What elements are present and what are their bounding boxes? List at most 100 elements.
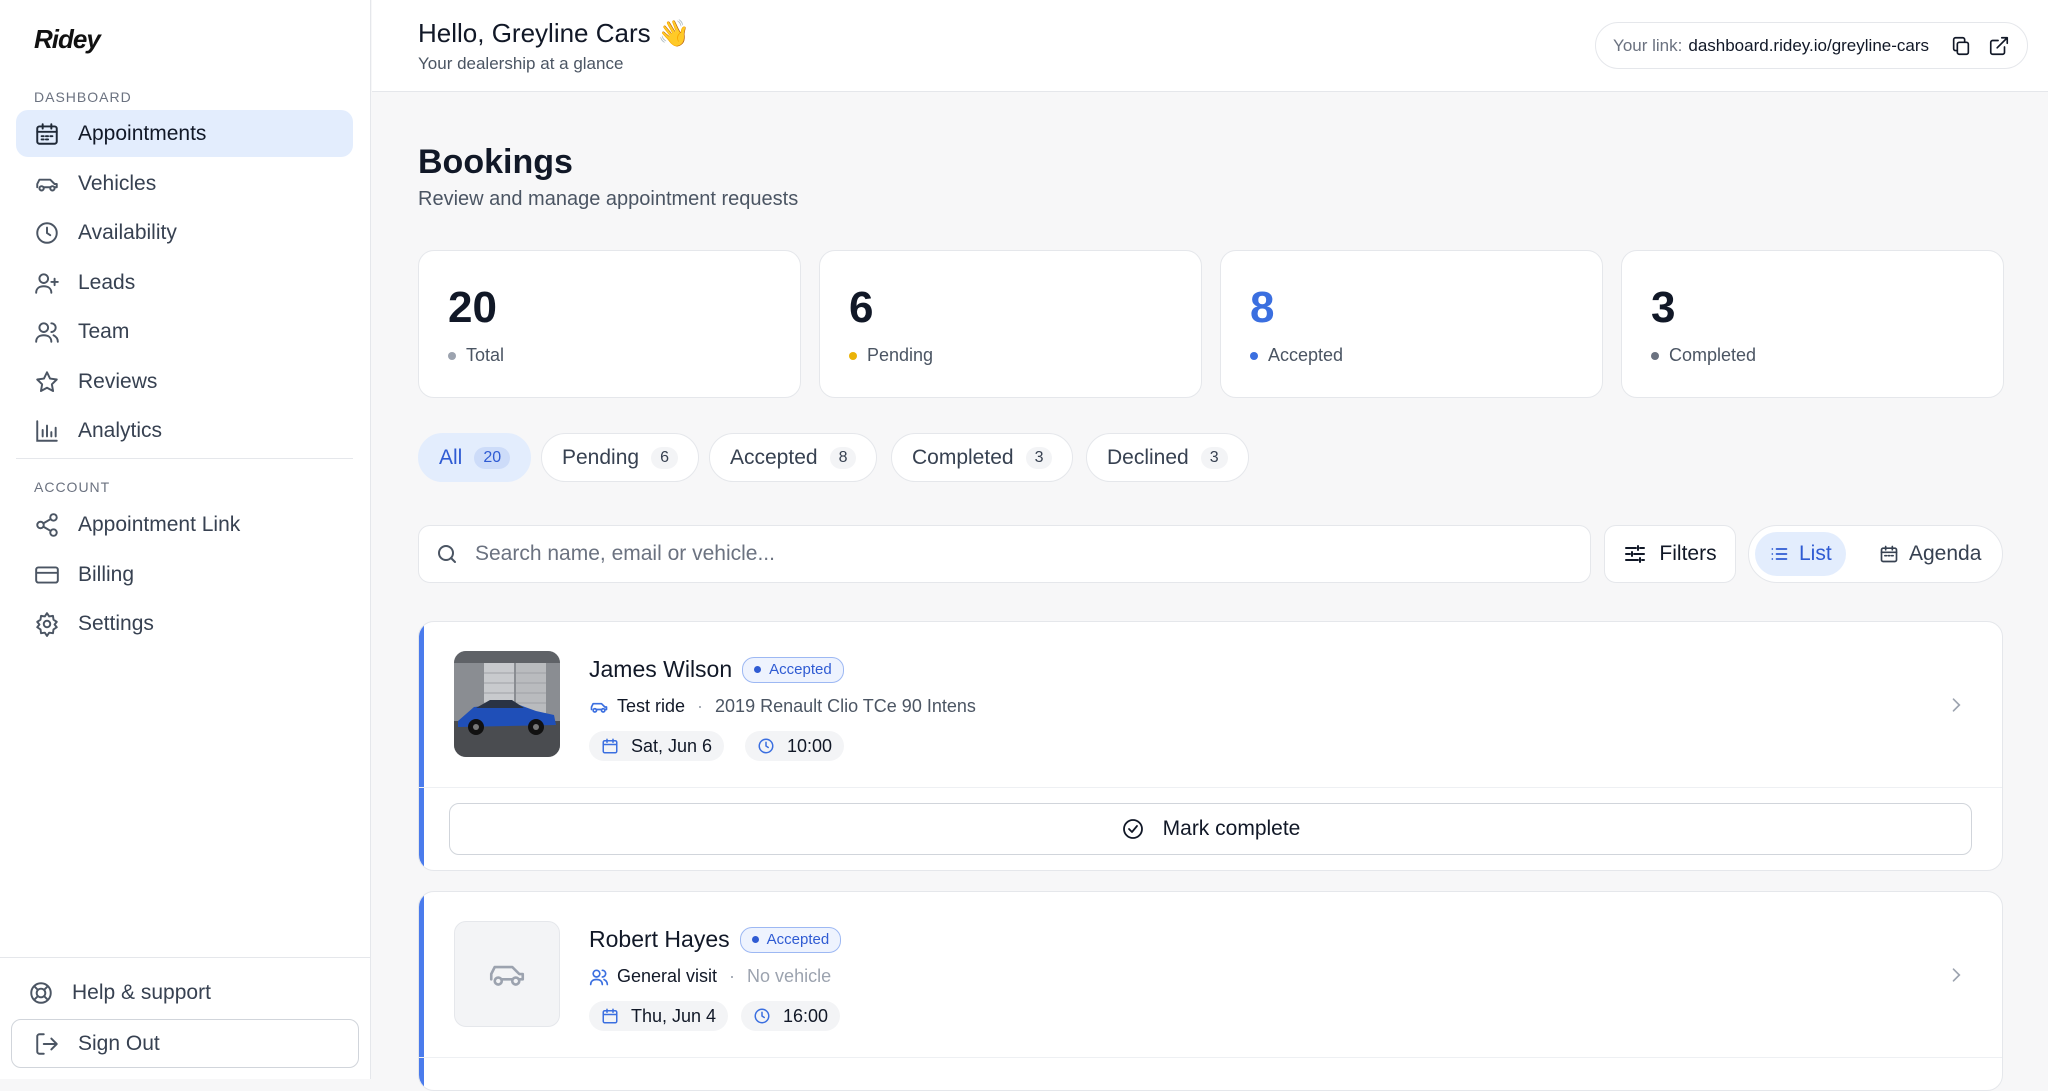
sidebar-item-vehicles[interactable]: Vehicles [16, 160, 353, 207]
vehicle-placeholder [454, 921, 560, 1027]
copy-icon[interactable] [1945, 30, 1977, 62]
tab-count: 20 [474, 446, 511, 469]
booking-type: Test ride [617, 696, 686, 716]
tab-completed[interactable]: Completed 3 [891, 433, 1074, 482]
tab-count: 3 [1025, 446, 1053, 469]
your-link-box: Your link: dashboard.ridey.io/greyline-c… [1595, 22, 2028, 69]
car-icon [486, 953, 528, 995]
vehicle-name: No vehicle [747, 966, 832, 986]
clock-icon [753, 1007, 771, 1025]
greeting: Hello, Greyline Cars 👋 [418, 18, 691, 48]
booking-date: Sat, Jun 6 [631, 735, 713, 756]
logout-icon [34, 1031, 60, 1057]
app-logo[interactable]: Ridey [34, 24, 101, 55]
stat-value: 6 [849, 283, 874, 332]
share-icon [34, 512, 60, 538]
status-badge: Accepted [739, 926, 842, 953]
check-circle-icon [1121, 817, 1145, 841]
agenda-label: Agenda [1909, 542, 1982, 565]
booking-card[interactable]: James Wilson Accepted Test ride · 2019 R… [418, 621, 2003, 871]
status-dot [1651, 351, 1659, 360]
tab-count: 6 [651, 446, 678, 469]
mark-complete-button[interactable]: Mark complete [449, 803, 1972, 855]
status-dot [751, 936, 759, 943]
search-icon [435, 542, 459, 566]
sidebar-item-analytics[interactable]: Analytics [16, 407, 353, 454]
stat-label-row: Accepted [1250, 345, 1343, 366]
tab-accepted[interactable]: Accepted 8 [709, 433, 878, 482]
sidebar-item-appointment-link[interactable]: Appointment Link [16, 501, 353, 548]
date-pill: Thu, Jun 4 [589, 1001, 729, 1031]
clock-icon [757, 737, 775, 755]
sidebar-item-label: Availability [78, 220, 177, 244]
car-icon [589, 697, 609, 717]
sidebar-item-billing[interactable]: Billing [16, 551, 353, 598]
status-badge-label: Accepted [769, 661, 832, 678]
sidebar-item-label: Settings [78, 611, 154, 635]
user-plus-icon [34, 270, 60, 296]
stat-label-row: Completed [1651, 345, 1756, 366]
sidebar-item-label: Appointments [78, 121, 207, 145]
help-label: Help & support [72, 981, 211, 1004]
external-link-icon[interactable] [1983, 30, 2015, 62]
booking-time: 16:00 [783, 1005, 829, 1026]
status-accent-bar [419, 622, 424, 870]
search-input[interactable]: Search name, email or vehicle... [418, 525, 1591, 583]
customer-name-row: Robert Hayes Accepted [589, 926, 842, 953]
status-badge-label: Accepted [766, 931, 830, 948]
vehicle-name: 2019 Renault Clio TCe 90 Intens [715, 696, 976, 716]
tab-declined[interactable]: Declined 3 [1086, 433, 1249, 482]
stat-card-total: 20 Total [418, 250, 801, 398]
sliders-icon [1623, 542, 1647, 566]
tab-all[interactable]: All 20 [418, 433, 532, 482]
list-view-button[interactable]: List [1755, 532, 1846, 576]
tab-pending[interactable]: Pending 6 [541, 433, 699, 482]
stat-card-pending: 6 Pending [819, 250, 1202, 398]
clock-icon [34, 220, 60, 246]
status-accent-bar [419, 892, 424, 1090]
your-link-url[interactable]: dashboard.ridey.io/greyline-cars [1688, 36, 1929, 56]
help-support-link[interactable]: Help & support [28, 976, 211, 1010]
view-toggle: List Agenda [1748, 525, 2003, 583]
tab-count: 8 [829, 446, 857, 469]
calendar-icon [34, 121, 60, 147]
search-placeholder: Search name, email or vehicle... [475, 542, 775, 565]
stat-label-row: Pending [849, 345, 933, 366]
stat-label: Accepted [1268, 345, 1344, 365]
booking-time: 10:00 [787, 735, 833, 756]
time-pill: 16:00 [741, 1001, 841, 1031]
sidebar-item-reviews[interactable]: Reviews [16, 358, 353, 405]
agenda-view-button[interactable]: Agenda [1865, 532, 1995, 576]
customer-name-row: James Wilson Accepted [589, 656, 844, 683]
list-icon [1769, 544, 1789, 564]
filters-button[interactable]: Filters [1604, 525, 1736, 583]
sidebar-item-leads[interactable]: Leads [16, 259, 353, 306]
booking-card[interactable]: Robert Hayes Accepted General visit · No… [418, 891, 2003, 1091]
sidebar-bottom-divider [0, 957, 371, 958]
tab-label: Completed [912, 445, 1014, 469]
sidebar-item-appointments[interactable]: Appointments [16, 110, 353, 157]
status-dot [448, 351, 456, 360]
status-dot [754, 666, 762, 673]
chevron-right-icon[interactable] [1946, 965, 1966, 985]
list-label: List [1799, 542, 1832, 565]
sign-out-button[interactable]: Sign Out [11, 1019, 359, 1068]
sidebar-item-label: Team [78, 319, 130, 343]
section-label-dashboard: DASHBOARD [34, 89, 132, 105]
stat-card-accepted: 8 Accepted [1220, 250, 1603, 398]
chevron-right-icon[interactable] [1946, 695, 1966, 715]
sidebar-item-label: Reviews [78, 369, 158, 393]
stat-label-row: Total [448, 345, 504, 366]
stat-label: Completed [1669, 345, 1757, 365]
stat-label: Pending [867, 345, 934, 365]
tab-label: All [439, 445, 463, 469]
booking-meta: Test ride · 2019 Renault Clio TCe 90 Int… [589, 696, 976, 717]
section-label-account: ACCOUNT [34, 479, 111, 495]
sidebar-item-availability[interactable]: Availability [16, 209, 353, 256]
your-link-label: Your link: [1613, 35, 1683, 55]
sidebar-item-team[interactable]: Team [16, 308, 353, 355]
sidebar-item-label: Billing [78, 562, 135, 586]
card-divider [419, 1057, 2002, 1058]
tab-label: Accepted [730, 445, 818, 469]
sidebar-item-settings[interactable]: Settings [16, 600, 353, 647]
